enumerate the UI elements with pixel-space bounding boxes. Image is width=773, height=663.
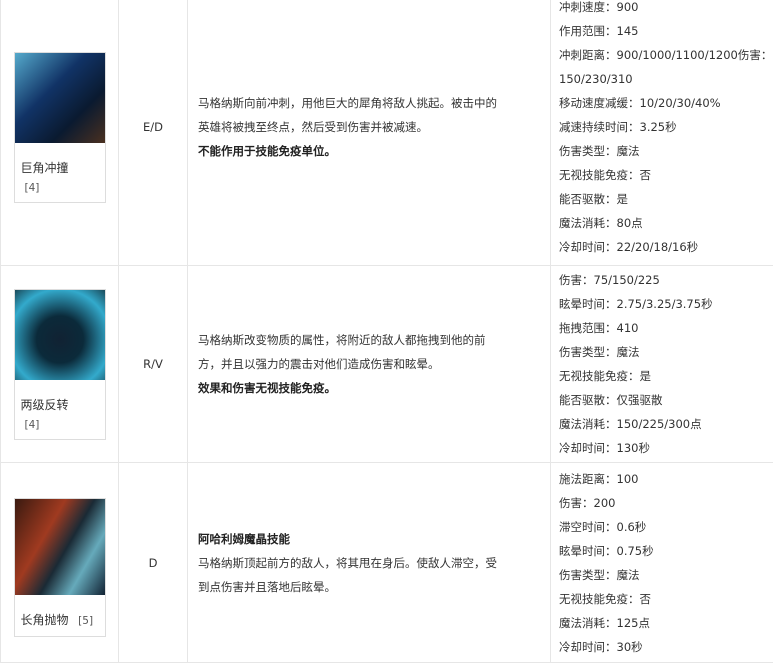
note: 效果和伤害无视技能免疫。 xyxy=(198,376,540,400)
stat-line: 伤害类型：魔法 xyxy=(559,340,773,364)
skill-name: 长角抛物 xyxy=(21,611,69,628)
skill-card: 两级反转 [4] xyxy=(14,289,106,440)
stat-line: 无视技能免疫：否 xyxy=(559,587,773,611)
stat-line: 魔法消耗：125点 xyxy=(559,611,773,635)
stats-cell: 冲刺速度：900作用范围：145冲刺距离：900/1000/1100/1200伤… xyxy=(551,0,773,266)
stat-line: 冲刺距离：900/1000/1100/1200伤害：70/ xyxy=(559,43,773,67)
stat-line: 眩晕时间：2.75/3.25/3.75秒 xyxy=(559,292,773,316)
hotkey: D xyxy=(119,463,188,663)
description: 方，并且以强力的震击对他们造成伤害和眩晕。 xyxy=(198,352,540,376)
hotkey: R/V xyxy=(119,266,188,463)
stat-line: 施法距离：100 xyxy=(559,467,773,491)
stat-line: 伤害类型：魔法 xyxy=(559,563,773,587)
table-row: 两级反转 [4] R/V 马格纳斯改变物质的属性，将附近的敌人都拖拽到他的前方，… xyxy=(1,266,773,463)
stat-line: 魔法消耗：80点 xyxy=(559,211,773,235)
description: 马格纳斯改变物质的属性，将附近的敌人都拖拽到他的前 xyxy=(198,328,540,352)
stat-line: 伤害：200 xyxy=(559,491,773,515)
table-row: 巨角冲撞 [4] E/D 马格纳斯向前冲刺，用他巨大的犀角将敌人挑起。被击中的英… xyxy=(1,0,773,266)
stat-line: 冲刺速度：900 xyxy=(559,0,773,19)
note: 不能作用于技能免疫单位。 xyxy=(198,139,540,163)
stat-line: 魔法消耗：150/225/300点 xyxy=(559,412,773,436)
horn-toss-icon xyxy=(15,499,105,595)
stat-line: 冷却时间：30秒 xyxy=(559,635,773,659)
skewer-icon xyxy=(15,53,105,143)
stat-line: 减速持续时间：3.25秒 xyxy=(559,115,773,139)
stat-line: 无视技能免疫：否 xyxy=(559,163,773,187)
stat-line: 拖拽范围：410 xyxy=(559,316,773,340)
description: 英雄将被拽至终点，然后受到伤害并被减速。 xyxy=(198,115,540,139)
stat-line: 滞空时间：0.6秒 xyxy=(559,515,773,539)
skill-name: 巨角冲撞 xyxy=(21,159,105,176)
stat-line: 作用范围：145 xyxy=(559,19,773,43)
description: 到点伤害并且落地后眩晕。 xyxy=(198,575,540,599)
stat-line: 无视技能免疫：是 xyxy=(559,364,773,388)
reverse-polarity-icon xyxy=(15,290,105,380)
skill-card: 巨角冲撞 [4] xyxy=(14,52,106,203)
stat-line: 眩晕时间：0.75秒 xyxy=(559,539,773,563)
stat-line: 能否驱散：仅强驱散 xyxy=(559,388,773,412)
stat-line: 伤害：75/150/225 xyxy=(559,268,773,292)
stat-line: 150/230/310 xyxy=(559,67,773,91)
skill-level: [4] xyxy=(25,182,105,194)
skill-name: 两级反转 xyxy=(21,396,105,413)
stats-cell: 施法距离：100伤害：200滞空时间：0.6秒眩晕时间：0.75秒伤害类型：魔法… xyxy=(551,463,773,663)
stat-line: 能否驱散：是 xyxy=(559,187,773,211)
stat-line: 伤害类型：魔法 xyxy=(559,139,773,163)
stats-cell: 伤害：75/150/225眩晕时间：2.75/3.25/3.75秒拖拽范围：41… xyxy=(551,266,773,463)
hotkey: E/D xyxy=(119,0,188,266)
skill-level: [5] xyxy=(78,615,93,627)
stat-line: 移动速度减缓：10/20/30/40% xyxy=(559,91,773,115)
stat-line: 冷却时间：22/20/18/16秒 xyxy=(559,235,773,259)
description: 马格纳斯向前冲刺，用他巨大的犀角将敌人挑起。被击中的 xyxy=(198,91,540,115)
ability-title: 阿哈利姆魔晶技能 xyxy=(198,527,540,551)
description: 马格纳斯顶起前方的敌人，将其甩在身后。使敌人滞空，受 xyxy=(198,551,540,575)
skills-table: 巨角冲撞 [4] E/D 马格纳斯向前冲刺，用他巨大的犀角将敌人挑起。被击中的英… xyxy=(0,0,773,663)
table-row: 长角抛物 [5] D 阿哈利姆魔晶技能马格纳斯顶起前方的敌人，将其甩在身后。使敌… xyxy=(1,463,773,663)
skill-card: 长角抛物 [5] xyxy=(14,498,106,637)
skill-level: [4] xyxy=(25,419,105,431)
stat-line: 冷却时间：130秒 xyxy=(559,436,773,460)
